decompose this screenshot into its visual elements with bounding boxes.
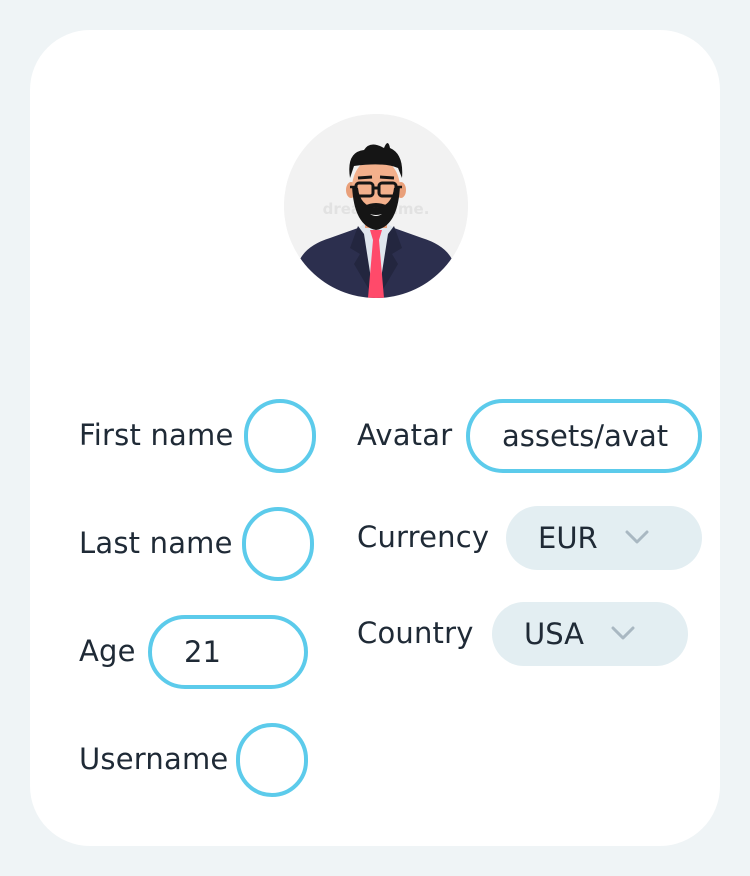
country-label: Country	[357, 616, 474, 650]
country-selected-value: USA	[524, 617, 585, 651]
avatar-path-input[interactable]	[466, 399, 702, 473]
username-label: Username	[79, 742, 229, 776]
avatar-label: Avatar	[357, 418, 453, 452]
first-name-label: First name	[79, 418, 234, 452]
avatar-illustration: dreamstime.	[284, 114, 468, 298]
profile-avatar: dreamstime.	[284, 114, 468, 298]
username-input[interactable]	[236, 723, 308, 797]
chevron-down-icon	[625, 530, 649, 544]
country-select[interactable]: USA	[492, 602, 688, 666]
last-name-input[interactable]	[242, 507, 314, 581]
age-label: Age	[79, 634, 136, 668]
first-name-input[interactable]	[244, 399, 316, 473]
age-input[interactable]	[148, 615, 308, 689]
last-name-label: Last name	[79, 526, 233, 560]
currency-selected-value: EUR	[538, 521, 598, 555]
profile-card: dreamstime.	[30, 30, 720, 846]
currency-select[interactable]: EUR	[506, 506, 702, 570]
currency-label: Currency	[357, 520, 490, 554]
chevron-down-icon	[611, 626, 635, 640]
